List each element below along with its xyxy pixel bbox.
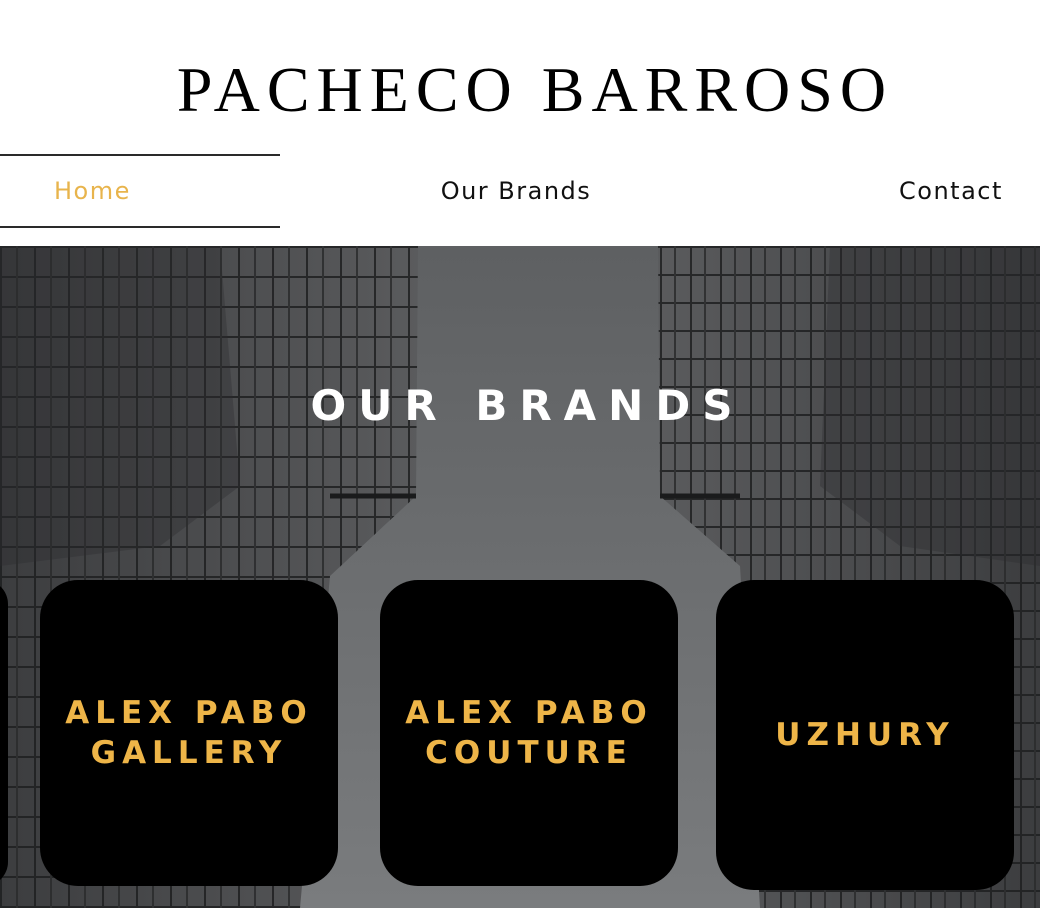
- brand-card-partial-left[interactable]: [0, 580, 8, 886]
- main-nav: Home Our Brands Contact: [0, 154, 1040, 228]
- brand-card-label: ALEX PABO COUTURE: [405, 695, 653, 771]
- nav-item-home[interactable]: Home: [0, 154, 280, 228]
- site-header: PACHECO BARROSO Home Our Brands Contact: [0, 0, 1040, 246]
- brand-card-alex-pabo-couture[interactable]: ALEX PABO COUTURE: [380, 580, 678, 886]
- nav-item-our-brands[interactable]: Our Brands: [380, 154, 652, 228]
- brand-card-label: UZHURY: [775, 717, 955, 753]
- hero-title: OUR BRANDS: [310, 381, 745, 430]
- brand-card-alex-pabo-gallery[interactable]: ALEX PABO GALLERY: [40, 580, 338, 886]
- hero-section: OUR BRANDS ALEX PABO GALLERY ALEX PABO C…: [0, 246, 1040, 908]
- site-title[interactable]: PACHECO BARROSO: [0, 52, 1040, 128]
- nav-item-contact[interactable]: Contact: [860, 154, 1040, 228]
- brand-card-label: ALEX PABO GALLERY: [65, 695, 313, 771]
- brand-card-uzhury[interactable]: UZHURY: [716, 580, 1014, 890]
